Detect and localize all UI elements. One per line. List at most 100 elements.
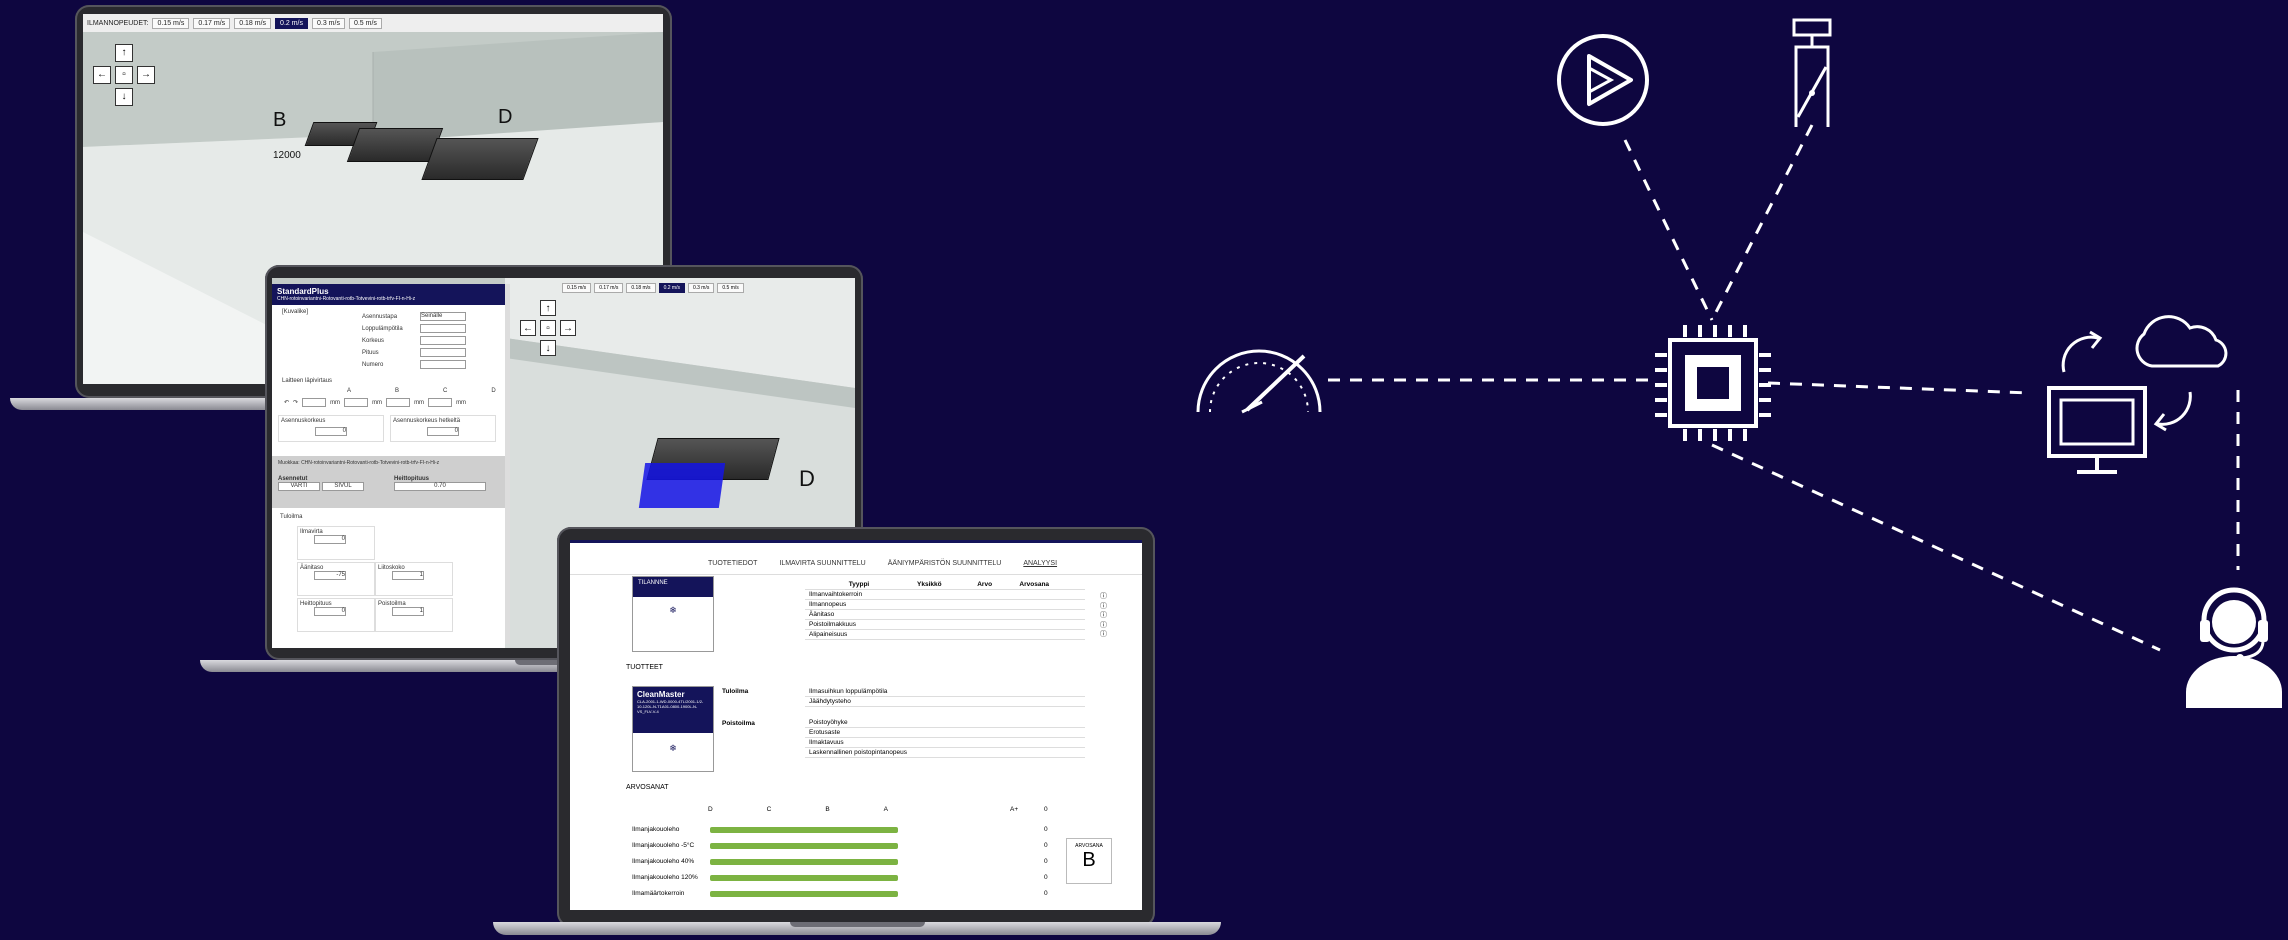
- field-input[interactable]: [420, 360, 466, 369]
- value-box: Poistoilma 1: [375, 598, 453, 632]
- arrow-right-icon[interactable]: →: [137, 66, 155, 84]
- table-row: Ilmannopeus: [805, 599, 1085, 610]
- speed-option[interactable]: 0.15 m/s: [152, 17, 190, 29]
- field-input[interactable]: [420, 324, 466, 333]
- speed-option[interactable]: 0.3 m/s: [312, 17, 345, 29]
- speed-option[interactable]: 0.3 m/s: [687, 283, 715, 293]
- tab-analyysi[interactable]: ANALYYSI: [1023, 560, 1057, 567]
- grade-bar: [710, 843, 898, 849]
- speed-option-selected[interactable]: 0.2 m/s: [658, 283, 685, 293]
- field-label: Loppulämpötila: [362, 325, 403, 332]
- play-icon: [1557, 34, 1649, 126]
- dimension-inputs: ↶ ↷ mm mm mm mm: [272, 396, 505, 409]
- rotate-left-icon[interactable]: ↶: [284, 399, 289, 406]
- field-input[interactable]: [420, 348, 466, 357]
- arrow-up-icon[interactable]: ↑: [115, 44, 133, 62]
- speed-option[interactable]: 0.18 m/s: [234, 17, 272, 29]
- table-row: Alipaineisuus: [805, 629, 1085, 640]
- dim-input-c[interactable]: [386, 398, 411, 407]
- snowflake-icon: ❄: [669, 743, 677, 753]
- panel-scrollbar[interactable]: [505, 284, 510, 644]
- height-label: Asennuskorkeus: [281, 418, 326, 424]
- gray-group: Asennetut VARTI SIVUL: [278, 476, 364, 491]
- tab-ilmavirta[interactable]: ILMAVIRTA SUUNNITTELU: [779, 560, 865, 567]
- value-input[interactable]: 0: [314, 535, 346, 544]
- value-input[interactable]: 1: [392, 571, 424, 580]
- value-input[interactable]: -75: [314, 571, 346, 580]
- table-cell: Poistoyöhyke: [805, 718, 913, 728]
- dim-input-a[interactable]: [302, 398, 327, 407]
- speed-option[interactable]: 0.15 m/s: [562, 283, 592, 293]
- product-card[interactable]: CleanMaster CLA-2001-1-WD-0000-4TL/2001-…: [632, 686, 714, 772]
- value-box: Heittopituus 0: [297, 598, 375, 632]
- gray-group: Heittopituus 0.70: [394, 476, 486, 491]
- help-icon[interactable]: ⓘ: [1100, 630, 1107, 640]
- help-icon[interactable]: ⓘ: [1100, 621, 1107, 631]
- support-agent-icon: [2186, 587, 2282, 708]
- field-label: Pituus: [362, 349, 379, 356]
- arrow-left-icon[interactable]: ←: [93, 66, 111, 84]
- gray-input[interactable]: 0.70: [394, 482, 486, 491]
- arrow-down-icon[interactable]: ↓: [115, 88, 133, 106]
- grade-bar: [710, 875, 898, 881]
- value-input[interactable]: 1: [392, 607, 424, 616]
- air-unit-3[interactable]: [421, 138, 539, 180]
- field-row: Loppulämpötila: [362, 324, 466, 333]
- unit: mm: [330, 399, 341, 406]
- tab-aaniymparisto[interactable]: ÄÄNIYMPÄRISTÖN SUUNNITTELU: [888, 560, 1002, 567]
- height-box: Asennuskorkeus 0: [278, 415, 384, 442]
- speed-option[interactable]: 0.5 m/s: [348, 17, 382, 29]
- tilanne-title: TILANNNE: [633, 577, 713, 597]
- center-icon[interactable]: ▫: [115, 66, 133, 84]
- arrow-down-icon[interactable]: ↓: [540, 340, 556, 356]
- grade-row-label: Ilmanjakouoleho: [632, 826, 680, 833]
- wall-label-d: D: [799, 466, 815, 491]
- arrow-right-icon[interactable]: →: [560, 320, 576, 336]
- height-input[interactable]: 0: [427, 427, 459, 436]
- mount-select[interactable]: Seinälle: [420, 312, 466, 321]
- speed-option-selected[interactable]: 0.2 m/s: [275, 17, 308, 29]
- center-icon[interactable]: ▫: [540, 320, 556, 336]
- col-c: C: [443, 388, 448, 394]
- tilanne-card: TILANNNE ❄: [632, 576, 714, 652]
- gray-title: Muokkaa: CHN-rotoinvariantni-Rotovanti-r…: [278, 460, 440, 466]
- height-input[interactable]: 0: [315, 427, 347, 436]
- speed-option[interactable]: 0.18 m/s: [626, 283, 656, 293]
- arvosanat-title: ARVOSANAT: [626, 784, 669, 791]
- gray-input[interactable]: VARTI: [278, 482, 320, 491]
- gray-row: Asennetut VARTI SIVUL Heittopituus 0.70: [278, 476, 499, 491]
- speed-option[interactable]: 0.17 m/s: [594, 283, 624, 293]
- tilanne-table: Tyyppi Yksikkö Arvo Arvosana Ilmanvaihto…: [805, 580, 1085, 640]
- tab-tuotetiedot[interactable]: TUOTETIEDOT: [708, 560, 757, 567]
- tuloilma-label: Tuloilma: [722, 688, 749, 695]
- field-input[interactable]: [420, 336, 466, 345]
- height-box: Asennuskorkeus hetkeltä 0: [390, 415, 496, 442]
- rotate-right-icon[interactable]: ↷: [293, 399, 298, 406]
- tuloilma-title: Tuloilma: [280, 514, 303, 520]
- grade-row-label: Ilmamäärtokerroin: [632, 890, 685, 897]
- height-label: Asennuskorkeus hetkeltä: [393, 418, 461, 424]
- col-b: B: [395, 388, 400, 394]
- help-icon[interactable]: ⓘ: [1100, 602, 1107, 612]
- value-input[interactable]: 0: [314, 607, 346, 616]
- table-cell: Ilmaktavuus: [805, 737, 913, 748]
- table-row: Äänitaso: [805, 609, 1085, 620]
- table-cell: Laskennallinen poistopintanopeus: [805, 747, 913, 758]
- field-label: Korkeus: [362, 337, 385, 344]
- speed-option[interactable]: 0.17 m/s: [193, 17, 231, 29]
- table-header-row: Tyyppi Yksikkö Arvo Arvosana: [805, 580, 1085, 590]
- dim-input-d[interactable]: [428, 398, 453, 407]
- table-header: Tyyppi: [805, 580, 913, 590]
- speed-option[interactable]: 0.5 m/s: [717, 283, 744, 293]
- grade-c: C: [766, 806, 772, 813]
- tuloilma-table: Ilmasuihkun loppulämpötila Jäähdytysteho: [805, 687, 1085, 707]
- dim-input-b[interactable]: [344, 398, 369, 407]
- help-icon[interactable]: ⓘ: [1100, 592, 1107, 602]
- arrow-up-icon[interactable]: ↑: [540, 300, 556, 316]
- grade-row-label: Ilmanjakouoleho 40%: [632, 858, 695, 865]
- gray-input[interactable]: SIVUL: [322, 482, 364, 491]
- table-row: Erotusaste: [805, 727, 1085, 738]
- arrow-left-icon[interactable]: ←: [520, 320, 536, 336]
- value-box: Liitoskoko 1: [375, 562, 453, 596]
- help-icon[interactable]: ⓘ: [1100, 611, 1107, 621]
